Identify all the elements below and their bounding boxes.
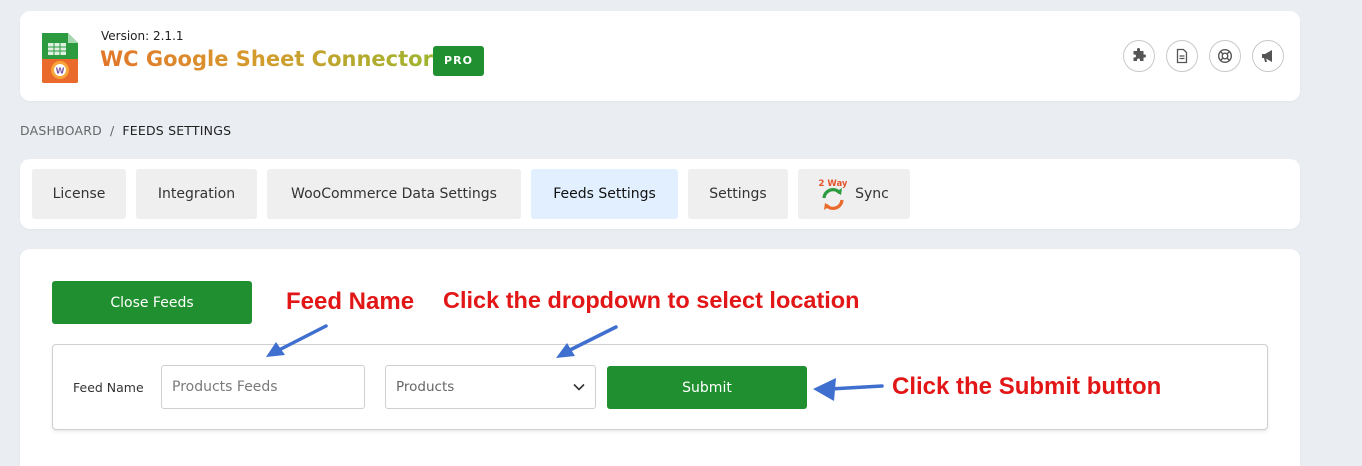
megaphone-icon[interactable]: [1252, 40, 1284, 72]
arrow-to-feed-name-icon: [266, 324, 328, 357]
app-version: Version: 2.1.1: [101, 29, 184, 43]
tab-license[interactable]: License: [32, 169, 126, 219]
tab-feeds-settings[interactable]: Feeds Settings: [531, 169, 678, 219]
breadcrumb: DASHBOARD / FEEDS SETTINGS: [20, 123, 231, 138]
header-actions: [1123, 40, 1284, 72]
feed-name-input[interactable]: [161, 365, 365, 409]
breadcrumb-separator: /: [109, 123, 115, 138]
tab-label: Sync: [855, 186, 889, 202]
support-icon[interactable]: [1209, 40, 1241, 72]
two-way-sync-icon: 2 Way: [819, 179, 847, 210]
arrow-to-submit-icon: [813, 378, 884, 401]
annotation-submit: Click the Submit button: [892, 373, 1162, 400]
annotation-feed-name: Feed Name: [286, 288, 415, 315]
submit-button[interactable]: Submit: [607, 366, 807, 409]
svg-text:W: W: [56, 67, 65, 76]
location-select[interactable]: Products: [385, 365, 596, 409]
tab-sync[interactable]: 2 Way Sync: [798, 169, 910, 219]
puzzle-icon[interactable]: [1123, 40, 1155, 72]
tab-label: License: [52, 186, 106, 202]
settings-tabs: License Integration WooCommerce Data Set…: [20, 159, 1300, 229]
location-select-value: Products: [396, 379, 455, 395]
tab-label: WooCommerce Data Settings: [291, 186, 497, 202]
annotation-dropdown: Click the dropdown to select location: [443, 287, 860, 313]
pro-badge: PRO: [433, 46, 484, 76]
app-title: WC Google Sheet Connector: [100, 47, 433, 71]
tab-label: Feeds Settings: [553, 186, 656, 202]
tab-label: Settings: [709, 186, 767, 202]
tab-woocommerce-data-settings[interactable]: WooCommerce Data Settings: [267, 169, 521, 219]
breadcrumb-current: FEEDS SETTINGS: [122, 123, 232, 138]
tab-integration[interactable]: Integration: [136, 169, 257, 219]
breadcrumb-dashboard-link[interactable]: DASHBOARD: [20, 123, 102, 138]
feeds-panel: Close Feeds Feed Name Products Submit: [20, 249, 1300, 466]
feed-name-label: Feed Name: [73, 380, 144, 395]
app-logo-icon: W: [42, 33, 78, 83]
sync-badge: 2 Way: [819, 179, 847, 189]
tab-settings[interactable]: Settings: [688, 169, 788, 219]
close-feeds-button[interactable]: Close Feeds: [52, 281, 252, 324]
chevron-down-icon: [573, 383, 585, 391]
arrow-to-dropdown-icon: [556, 325, 618, 358]
app-header: W Version: 2.1.1 WC Google Sheet Connect…: [20, 11, 1300, 101]
tab-label: Integration: [157, 186, 236, 202]
document-icon[interactable]: [1166, 40, 1198, 72]
